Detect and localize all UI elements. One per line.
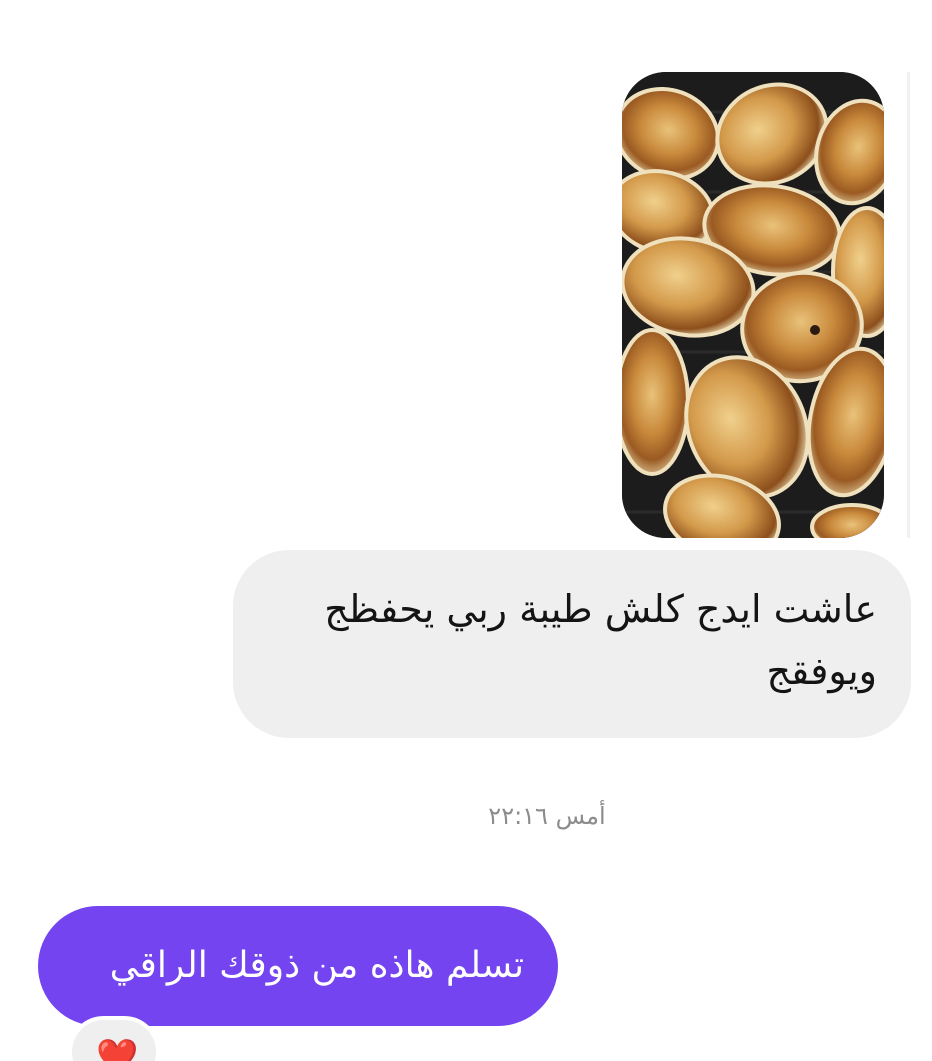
incoming-photo-message[interactable] (622, 72, 884, 538)
incoming-message-bubble[interactable]: عاشت ايدج كلش طيبة ربي يحفظج ويوفقج (233, 550, 911, 738)
food-photo-pastries (622, 72, 884, 538)
incoming-message-text: عاشت ايدج كلش طيبة ربي يحفظج ويوفقج (324, 587, 877, 693)
outgoing-message-text: تسلم هاذه من ذوقك الراقي (109, 945, 524, 986)
red-heart-icon: ❤️ (96, 1037, 139, 1061)
outgoing-message-bubble[interactable]: تسلم هاذه من ذوقك الراقي (38, 906, 558, 1026)
chat-thread: عاشت ايدج كلش طيبة ربي يحفظج ويوفقج أمس … (0, 0, 932, 1061)
message-reaction[interactable]: ❤️ (68, 1016, 160, 1061)
message-timestamp: أمس ٢٢:١٦ (488, 802, 606, 830)
scroll-edge (907, 72, 910, 538)
